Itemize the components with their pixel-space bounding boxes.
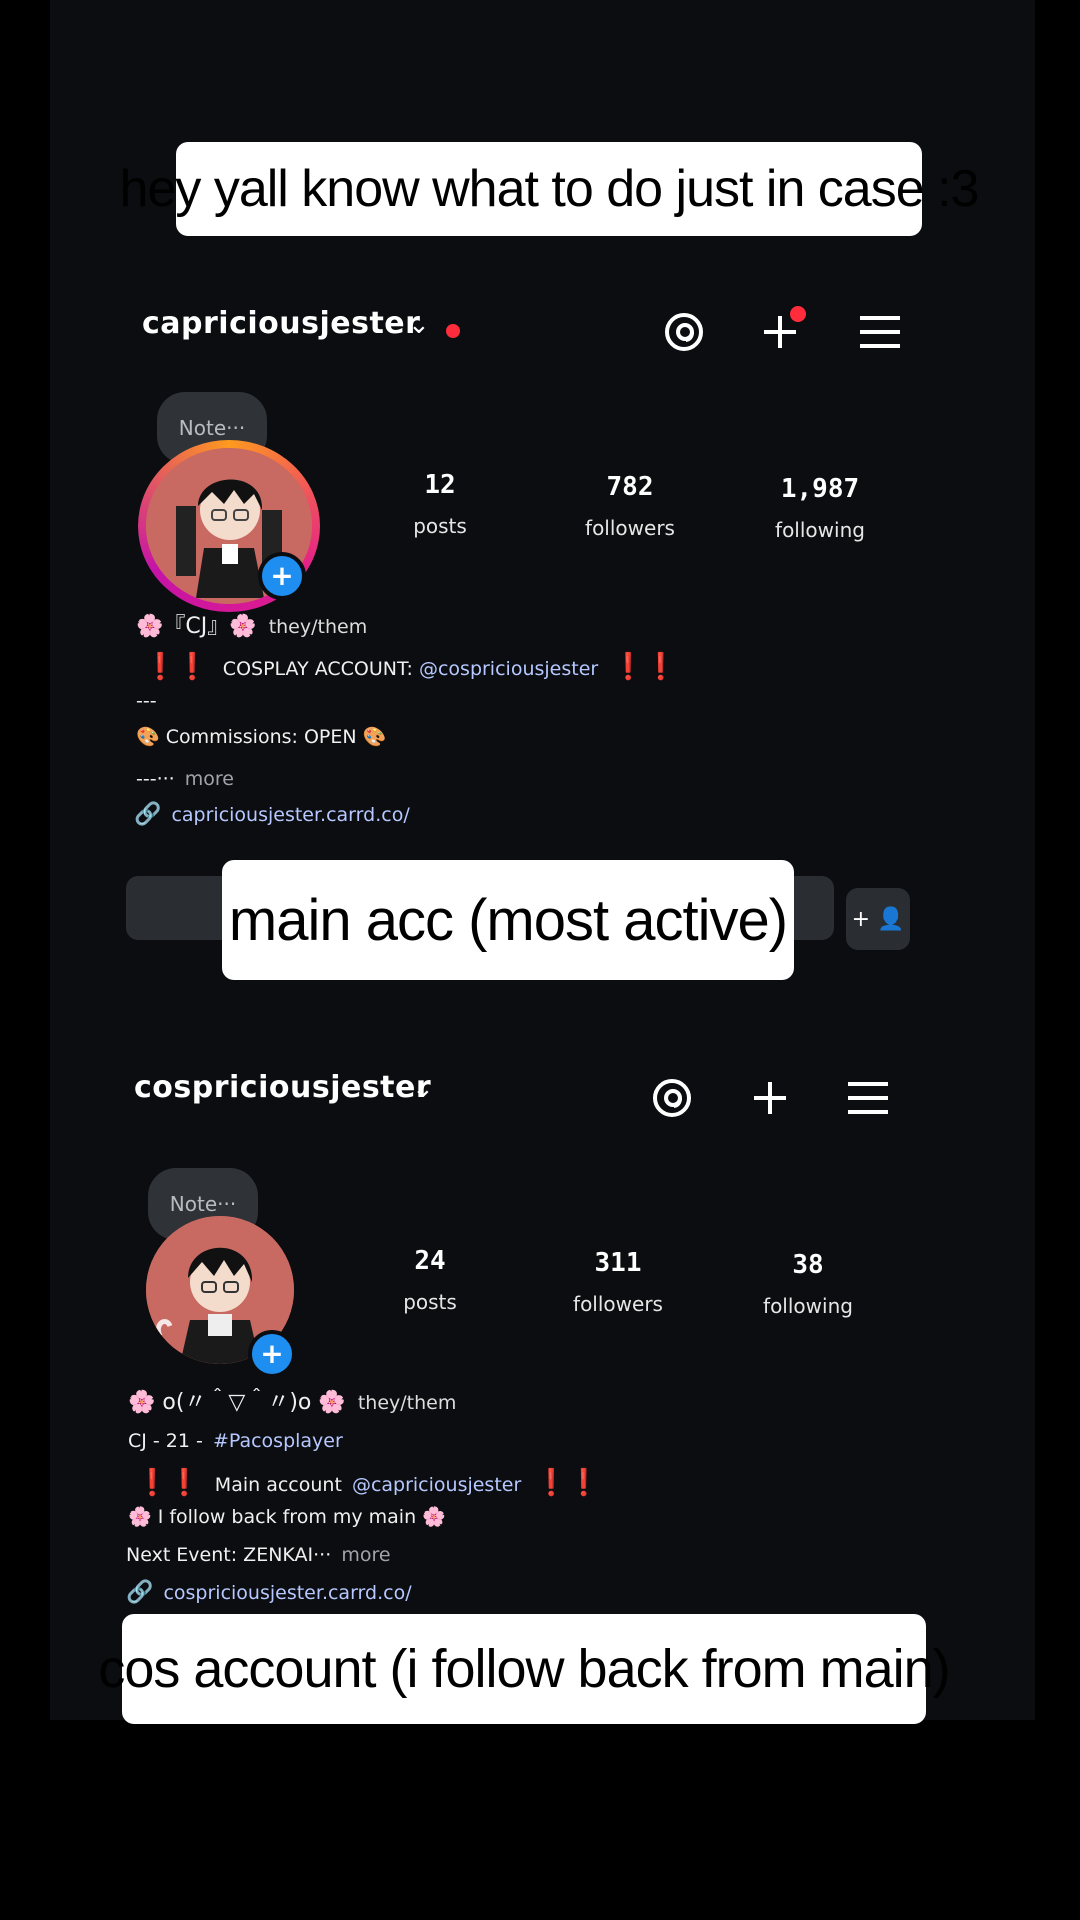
bio-line-4: 🌸 I follow back from my main 🌸 [128,1508,446,1527]
bio-pronouns: they/them [268,616,368,638]
bio-commissions: 🎨 Commissions: OPEN 🎨 [136,726,387,748]
stat-posts-label: posts [403,1290,457,1314]
bio-age: CJ - 21 - [128,1430,203,1452]
bio-line-4: 🎨 Commissions: OPEN 🎨 [136,728,386,747]
stat-following[interactable]: 1,987 following [730,474,910,542]
add-story-badge[interactable]: + [248,1330,296,1378]
link-icon: 🔗 [126,1580,154,1605]
bio-hashtag[interactable]: #Pacosplayer [213,1430,343,1452]
caption-top: hey yall know what to do just in case :3 [120,142,979,236]
bio-pronouns: they/them [357,1392,457,1414]
profile-header: cospriciousjester ⌄ [0,1064,1080,1124]
bio-divider: ---··· [136,768,175,790]
bio-mention[interactable]: @capriciousjester [352,1474,521,1496]
bio-next-event: Next Event: ZENKAI··· [126,1544,332,1566]
stat-following[interactable]: 38 following [718,1250,898,1318]
bio-name-deco: 🌸『CJ』🌸 [136,614,257,639]
bio-more-link[interactable]: more [185,768,234,790]
bio-line-5: ---··· more [136,770,234,789]
exclamation-icon: ❗❗ [144,652,209,682]
note-text: Note··· [169,1192,237,1216]
stat-following-label: following [775,518,865,542]
bio-line-2: CJ - 21 - #Pacosplayer [128,1432,343,1451]
create-icon[interactable] [754,306,806,358]
bio-line-3: --- [136,690,157,712]
notification-dot [446,324,460,338]
caption-cos: cos account (i follow back from main) [98,1614,951,1724]
stat-posts[interactable]: 24 posts [340,1246,520,1314]
bio-name-deco: 🌸 o(〃＾▽＾〃)o 🌸 [128,1390,346,1415]
bio-follow-back: 🌸 I follow back from my main 🌸 [128,1506,446,1528]
chevron-down-icon[interactable]: ⌄ [408,310,430,340]
threads-icon[interactable] [658,306,710,358]
note-text: Note··· [178,416,246,440]
stat-posts[interactable]: 12 posts [350,470,530,538]
menu-icon[interactable] [854,306,906,358]
caption-main-text: main acc (most active) [228,887,788,953]
stat-followers[interactable]: 311 followers [528,1248,708,1316]
stat-followers[interactable]: 782 followers [540,472,720,540]
bio-link-text: capriciousjester.carrd.co/ [171,804,410,826]
bio-line-1: 🌸 o(〃＾▽＾〃)o 🌸 they/them [128,1392,456,1414]
create-icon[interactable] [744,1072,796,1124]
bio-link-text: cospriciousjester.carrd.co/ [163,1582,412,1604]
notification-dot [790,306,806,322]
exclamation-icon: ❗❗ [535,1468,601,1498]
profile-header: capriciousjester ⌄ [0,300,1080,360]
bio-line-5: Next Event: ZENKAI··· more [126,1546,391,1565]
chevron-down-icon[interactable]: ⌄ [412,1074,434,1104]
bio-line-2: ❗❗ COSPLAY ACCOUNT: @cospriciousjester ❗… [144,654,677,680]
exclamation-icon: ❗❗ [136,1468,201,1498]
exclamation-icon: ❗❗ [612,652,677,682]
add-story-badge[interactable]: + [258,552,306,600]
bio-more-link[interactable]: more [341,1544,390,1566]
bio-link[interactable]: 🔗 capriciousjester.carrd.co/ [134,804,410,826]
bio-cosplay-label: COSPLAY ACCOUNT: [222,658,413,680]
stat-following-value: 1,987 [780,474,860,504]
stat-followers-value: 782 [606,472,654,502]
bio-mention[interactable]: @cospriciousjester [419,658,598,680]
bio-link[interactable]: 🔗 cospriciousjester.carrd.co/ [126,1582,412,1604]
stat-following-label: following [763,1294,853,1318]
link-icon: 🔗 [134,802,162,827]
stat-posts-value: 12 [424,470,456,500]
bio-line-1: 🌸『CJ』🌸 they/them [136,616,367,638]
bio-main-label: Main account [214,1474,342,1496]
bio-line-3: ❗❗ Main account @capriciousjester ❗❗ [136,1470,600,1496]
stat-posts-value: 24 [414,1246,446,1276]
add-friend-icon: + 👤 [851,906,905,932]
caption-main: main acc (most active) [222,860,794,980]
stat-followers-label: followers [585,516,675,540]
add-friend-button[interactable]: + 👤 [846,888,910,950]
username[interactable]: cospriciousjester [134,1070,431,1105]
menu-icon[interactable] [842,1072,894,1124]
stat-posts-label: posts [413,514,467,538]
caption-cos-text: cos account (i follow back from main) [98,1639,950,1699]
threads-icon[interactable] [646,1072,698,1124]
caption-top-text: hey yall know what to do just in case :3 [119,160,980,218]
username[interactable]: capriciousjester [142,306,420,341]
stat-following-value: 38 [792,1250,824,1280]
stat-followers-label: followers [573,1292,663,1316]
stat-followers-value: 311 [594,1248,642,1278]
